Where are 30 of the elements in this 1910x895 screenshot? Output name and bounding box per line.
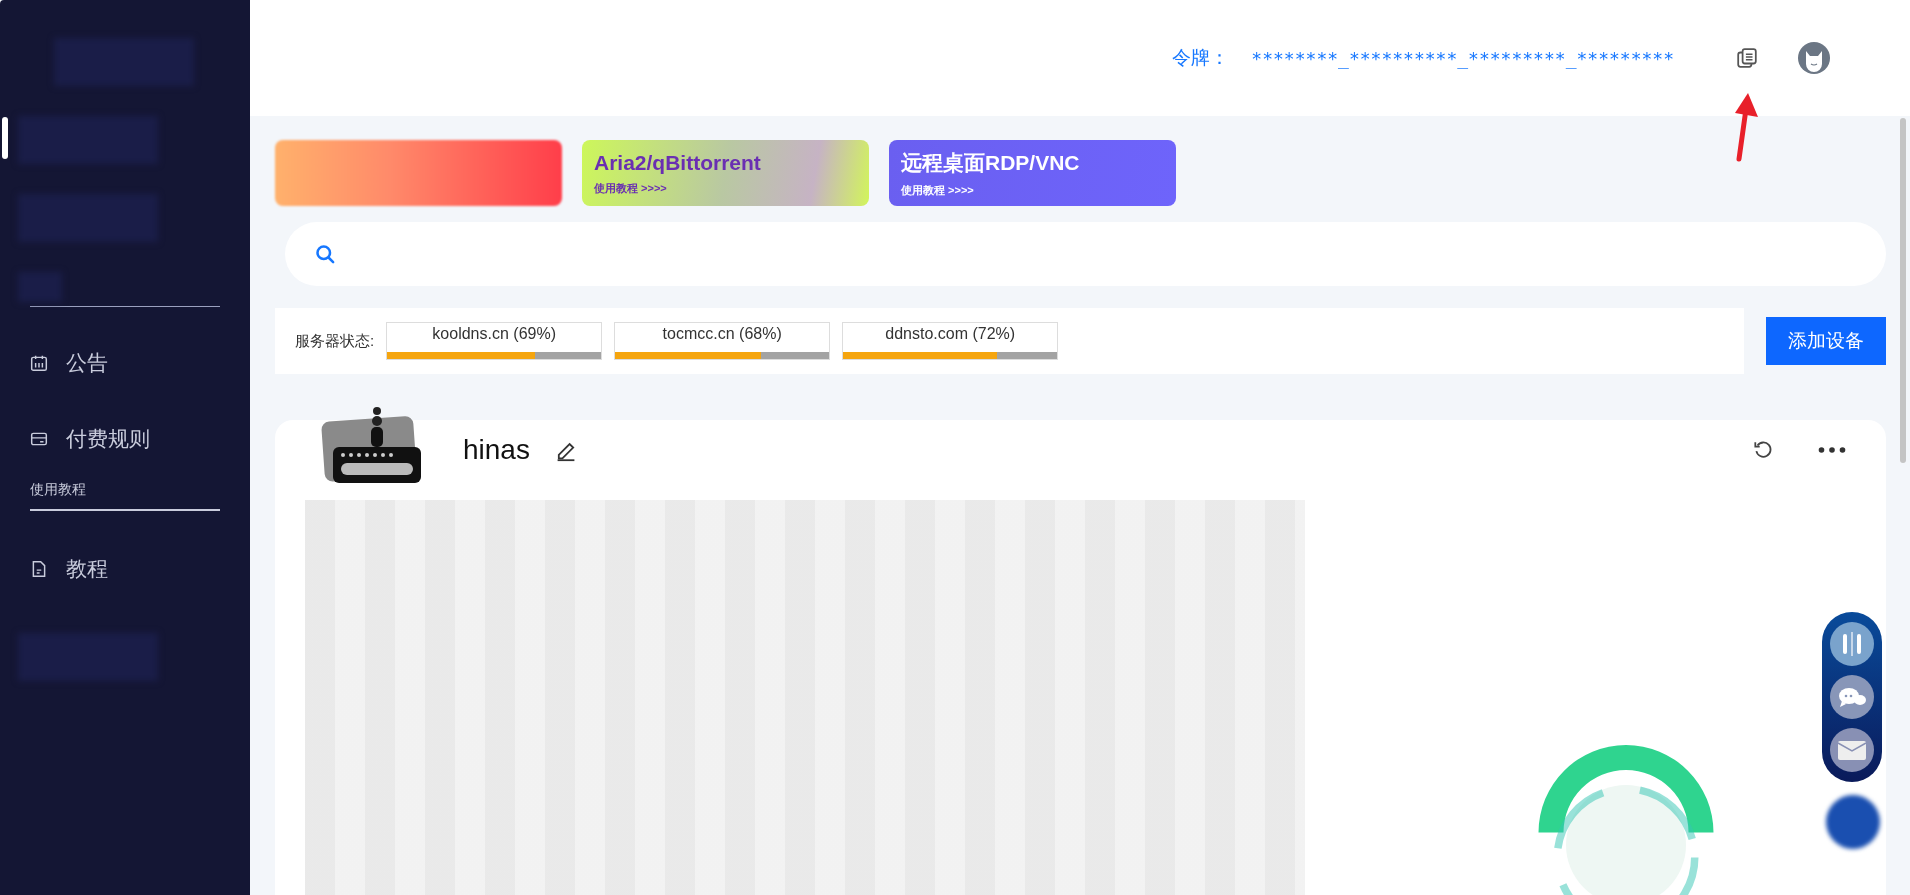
server-name: ddnsto.com (72%)	[884, 324, 1017, 343]
server-name: kooldns.cn (69%)	[431, 324, 557, 343]
sidebar-item[interactable]: 付费规则	[30, 419, 220, 459]
sidebar-item[interactable]: 教程	[30, 549, 220, 589]
mail-icon[interactable]	[1830, 727, 1874, 772]
calendar-icon	[30, 354, 48, 372]
refresh-icon[interactable]	[1752, 439, 1774, 461]
search-icon	[315, 244, 335, 264]
server-name: tocmcc.cn (68%)	[661, 324, 783, 343]
banner-subtitle: 使用教程 >>>>	[594, 180, 668, 196]
token-label: 令牌：	[1172, 46, 1230, 70]
sidebar-section-heading: 使用教程	[30, 481, 220, 511]
add-device-button[interactable]: 添加设备	[1766, 317, 1886, 365]
token-value: ********_**********_*********_*********	[1251, 47, 1674, 69]
copy-icon[interactable]	[1736, 47, 1758, 69]
server-status-label: 服务器状态:	[295, 331, 375, 351]
avatar-icon[interactable]	[1798, 42, 1830, 74]
document-icon	[30, 560, 48, 578]
device-name: hinas	[463, 434, 530, 466]
more-icon[interactable]	[1818, 446, 1846, 454]
chat-icon[interactable]	[1830, 675, 1874, 719]
selection-indicator	[2, 117, 8, 159]
banner-subtitle: 使用教程 >>>>	[901, 182, 975, 198]
sidebar-item[interactable]: 公告	[30, 343, 220, 383]
pause-bars-icon[interactable]	[1830, 622, 1874, 667]
banner-title: 远程桌面RDP/VNC	[901, 149, 1081, 176]
banner[interactable]: 远程桌面RDP/VNC 使用教程 >>>>	[889, 140, 1176, 206]
banner-title: Aria2/qBittorrent	[594, 150, 762, 175]
card-icon	[30, 430, 48, 448]
banner[interactable]: Aria2/qBittorrent 使用教程 >>>>	[582, 140, 869, 206]
